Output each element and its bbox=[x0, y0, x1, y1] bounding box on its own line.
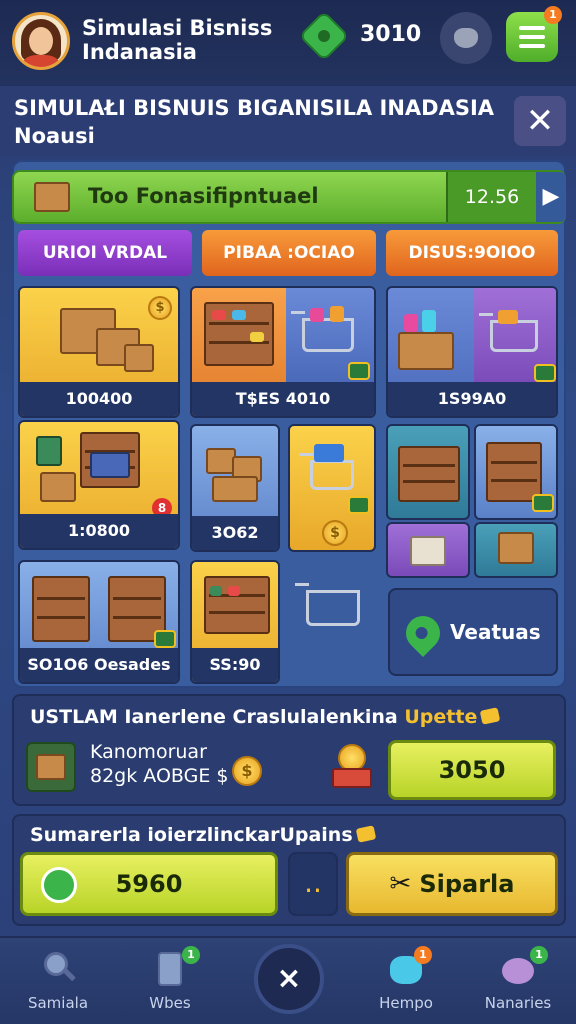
screen-title: SIMULAŁI BISNUIS BIGANISILA INADASIA Noa… bbox=[14, 96, 495, 148]
screen-header: SIMULAŁI BISNUIS BIGANISILA INADASIA Noa… bbox=[0, 86, 576, 156]
tools-icon: ✂ bbox=[389, 869, 412, 899]
badge-icon bbox=[348, 362, 370, 380]
coin-icon: $ bbox=[232, 756, 262, 786]
nav-item-wbes[interactable]: 1 Wbes bbox=[120, 938, 220, 1024]
gold-tag-icon bbox=[480, 707, 501, 725]
check-circle-icon bbox=[41, 867, 77, 903]
shop-card-cashier[interactable]: 8 1:0800 bbox=[18, 420, 180, 550]
card-price: T$ES 4010 bbox=[192, 382, 374, 416]
shop-card-cabinet[interactable] bbox=[386, 424, 470, 520]
badge-icon bbox=[532, 494, 554, 512]
center-close-button[interactable]: × bbox=[254, 944, 324, 1014]
coin-icon: $ bbox=[148, 296, 172, 320]
section-title: Sumarerla ioierzlinckarUpains bbox=[30, 824, 376, 846]
close-button[interactable]: ✕ bbox=[514, 96, 566, 146]
badge-icon bbox=[154, 630, 176, 648]
card-price: 1:0800 bbox=[20, 514, 178, 548]
card-price: SS:90 bbox=[192, 648, 278, 682]
box-icon bbox=[34, 182, 70, 212]
app-title: Simulasi Bisniss Indanasia bbox=[82, 16, 273, 64]
tab-3[interactable]: DISUS:9OIOO bbox=[386, 230, 558, 276]
collect-button[interactable]: 5960 bbox=[20, 852, 278, 916]
badge-icon bbox=[534, 364, 556, 382]
card-price: 3O62 bbox=[192, 516, 278, 550]
shop-card-small-goods[interactable] bbox=[386, 522, 470, 578]
shop-card-shelf-cart[interactable]: T$ES 4010 bbox=[190, 286, 376, 418]
promo-price: 12.56 bbox=[446, 172, 536, 222]
more-button[interactable]: .. bbox=[288, 852, 338, 916]
coin-icon: $ bbox=[322, 520, 348, 546]
card-price: SO1O6 Oesades bbox=[20, 648, 178, 682]
menu-button[interactable]: 1 bbox=[506, 6, 562, 62]
magnifier-icon bbox=[40, 950, 76, 986]
top-bar: Simulasi Bisniss Indanasia 3010 1 bbox=[0, 0, 576, 86]
section-title: USTLAM Ianerlene Craslulalenkina Upette bbox=[30, 706, 501, 728]
shop-card-store[interactable] bbox=[474, 424, 558, 520]
shop-card-stack[interactable]: 3O62 bbox=[190, 424, 280, 552]
promo-arrow-button[interactable]: ▶ bbox=[536, 172, 566, 222]
features-button[interactable]: Veatuas bbox=[388, 588, 558, 676]
cat-icon bbox=[454, 28, 478, 48]
tab-1[interactable]: URIOI VRDAL bbox=[18, 230, 192, 276]
badge-icon bbox=[348, 496, 370, 514]
currency-count: 3010 bbox=[360, 22, 422, 47]
item-info: Kanomoruar 82gk AOBGE $ bbox=[90, 740, 228, 788]
upgrade-buy-button[interactable]: 3050 bbox=[388, 740, 556, 800]
promo-text: Too Fonasifipntuael bbox=[88, 184, 319, 208]
crate-item-icon bbox=[26, 742, 76, 792]
item-name: Kanomoruar bbox=[90, 741, 207, 763]
shop-card-cart-gold[interactable]: $ bbox=[288, 424, 376, 552]
promo-banner[interactable]: Too Fonasifipntuael 12.56 ▶ bbox=[12, 170, 566, 224]
tab-2[interactable]: PIBAA :OCIAO bbox=[202, 230, 376, 276]
menu-notification-badge: 1 bbox=[544, 6, 562, 24]
shop-card-shelves[interactable]: SO1O6 Oesades bbox=[18, 560, 180, 684]
gem-icon bbox=[298, 10, 350, 62]
shop-card-small-crate[interactable] bbox=[474, 522, 558, 578]
card-price: 1S99A0 bbox=[388, 382, 556, 416]
nav-item-samiala[interactable]: Samiala bbox=[8, 938, 108, 1024]
card-price: 100400 bbox=[20, 382, 178, 416]
player-avatar[interactable] bbox=[12, 12, 70, 70]
shop-card-crates[interactable]: $ 100400 bbox=[18, 286, 180, 418]
gold-tag-icon bbox=[355, 825, 376, 843]
item-value: 82gk AOBGE $ bbox=[90, 765, 229, 787]
shop-card-display[interactable]: SS:90 bbox=[190, 560, 280, 684]
profile-button[interactable] bbox=[440, 12, 492, 64]
cart-icon bbox=[295, 583, 360, 626]
shop-card-goods-cart[interactable]: 1S99A0 bbox=[386, 286, 558, 418]
nav-item-nanaries[interactable]: 1 Nanaries bbox=[468, 938, 568, 1024]
coin-stack-icon bbox=[330, 744, 374, 792]
location-pin-icon bbox=[398, 608, 448, 658]
nav-item-hempo[interactable]: 1 Hempo bbox=[356, 938, 456, 1024]
repair-button[interactable]: ✂ Siparla bbox=[346, 852, 558, 916]
